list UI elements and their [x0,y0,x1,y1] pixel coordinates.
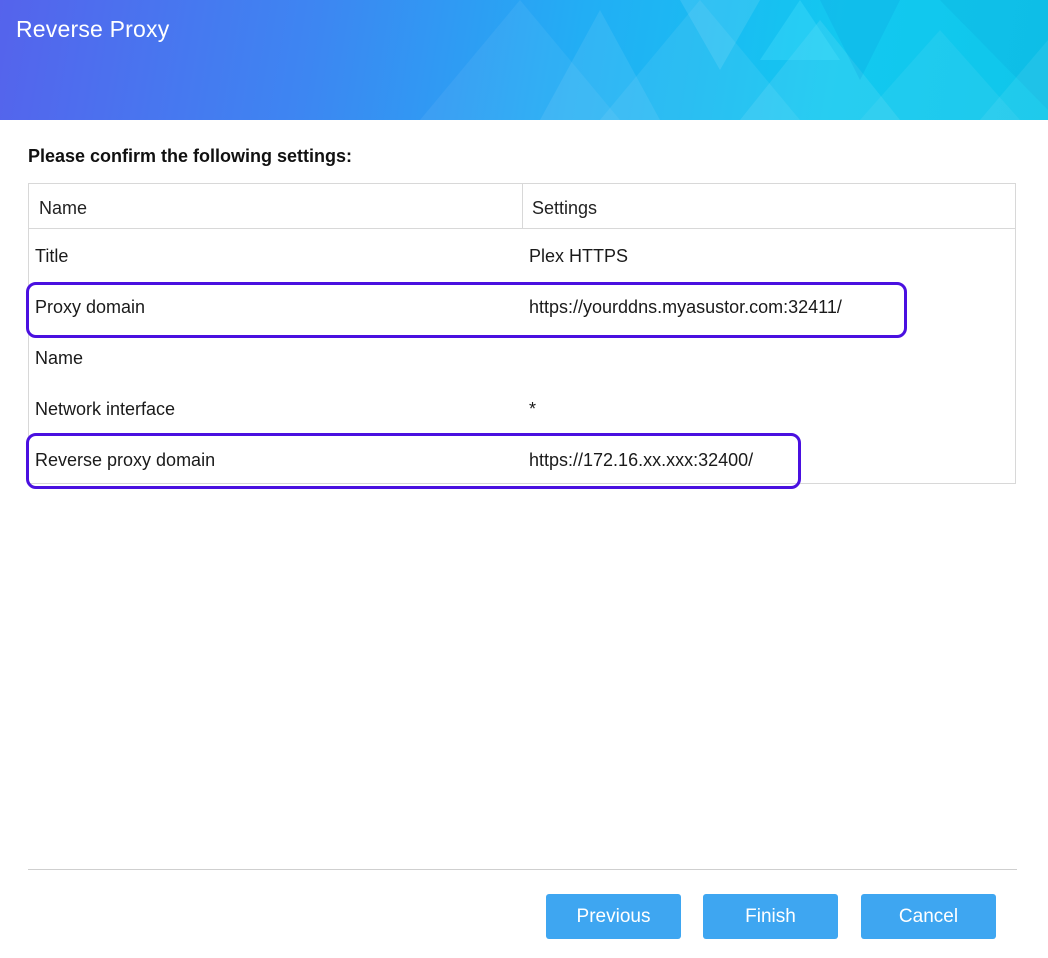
table-row: Title Plex HTTPS [29,231,1015,282]
cancel-button[interactable]: Cancel [861,894,996,939]
row-name: Network interface [35,399,176,419]
row-value: * [529,399,537,419]
column-header-name[interactable]: Name [39,184,87,228]
column-header-settings[interactable]: Settings [532,184,597,228]
finish-button[interactable]: Finish [703,894,838,939]
confirm-heading: Please confirm the following settings: [28,146,353,166]
table-row: Name [29,333,1015,384]
column-divider [522,184,523,228]
row-name: Title [35,246,69,266]
row-value: https://yourddns.myasustor.com:32411/ [529,297,842,317]
reverse-proxy-dialog: Reverse Proxy Please confirm the followi… [0,0,1048,958]
table-header: Name Settings [29,184,1015,229]
dialog-title: Reverse Proxy [16,16,170,42]
table-row: Network interface * [29,384,1015,435]
settings-table: Name Settings Title Plex HTTPS Proxy dom… [28,183,1016,484]
dialog-header: Reverse Proxy [0,0,1048,120]
row-name: Name [35,348,84,368]
previous-button[interactable]: Previous [546,894,681,939]
row-name: Proxy domain [35,297,146,317]
row-name: Reverse proxy domain [35,450,216,470]
table-row: Reverse proxy domain https://172.16.xx.x… [29,435,1015,486]
row-value: https://172.16.xx.xxx:32400/ [529,450,754,470]
row-value: Plex HTTPS [529,246,629,266]
table-row: Proxy domain https://yourddns.myasustor.… [29,282,1015,333]
footer-divider [28,869,1017,870]
